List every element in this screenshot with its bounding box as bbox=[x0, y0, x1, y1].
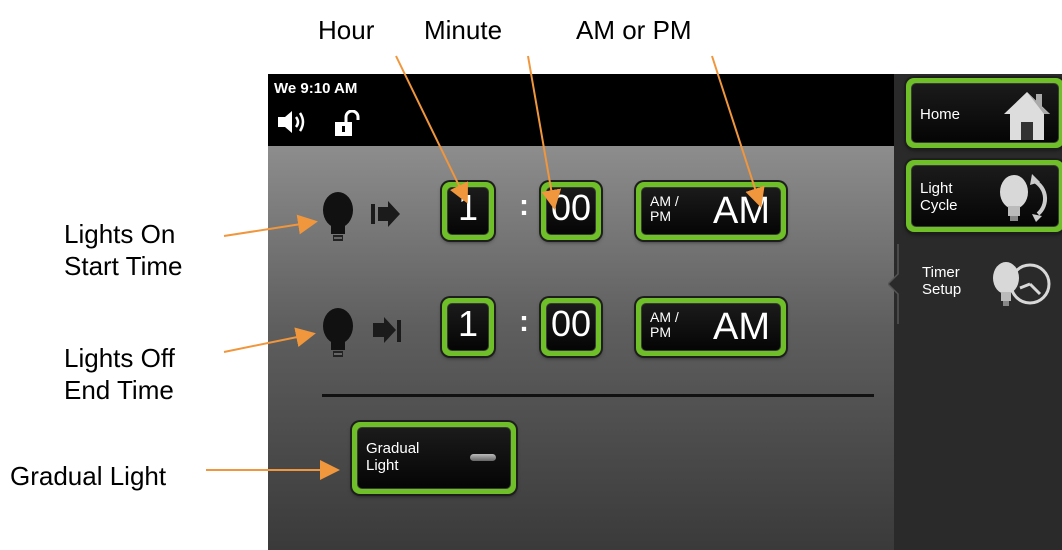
home-button[interactable]: Home bbox=[906, 78, 1062, 148]
ampm-caption-line1: AM / bbox=[650, 309, 679, 325]
gradual-light-label: Gradual Light bbox=[366, 440, 419, 474]
section-divider bbox=[322, 394, 874, 397]
house-icon bbox=[1002, 88, 1052, 146]
callout-lights-on-line1: Lights On bbox=[64, 219, 176, 249]
timer-setup-label-line2: Setup bbox=[922, 281, 962, 298]
time-separator: : bbox=[519, 305, 529, 338]
gradual-light-label-line2: Light bbox=[366, 457, 399, 474]
light-cycle-button[interactable]: Light Cycle bbox=[906, 160, 1062, 232]
light-cycle-label: Light Cycle bbox=[920, 180, 958, 214]
callout-lights-on-line2: Start Time bbox=[64, 251, 183, 281]
status-datetime: We 9:10 AM bbox=[274, 80, 358, 97]
callout-lights-off: Lights Off End Time bbox=[64, 342, 175, 406]
gradual-light-label-line1: Gradual bbox=[366, 440, 420, 457]
bulb-clock-icon bbox=[990, 258, 1056, 315]
light-cycle-label-line1: Light bbox=[920, 180, 953, 197]
callout-lights-on: Lights On Start Time bbox=[64, 218, 182, 282]
ampm-caption-line2: PM bbox=[650, 208, 671, 224]
lights-off-hour-value: 1 bbox=[447, 303, 489, 351]
speaker-icon[interactable] bbox=[276, 108, 310, 141]
lights-on-minute-value: 00 bbox=[546, 187, 596, 235]
lights-on-hour-value: 1 bbox=[447, 187, 489, 235]
gradual-light-toggle[interactable]: Gradual Light bbox=[352, 422, 516, 494]
time-separator: : bbox=[519, 189, 529, 222]
ampm-caption: AM / PM bbox=[650, 194, 679, 224]
tab-timer-setup[interactable]: Timer Setup bbox=[888, 244, 1062, 324]
lights-on-minute-field[interactable]: 00 bbox=[541, 182, 601, 240]
lights-off-minute-field[interactable]: 00 bbox=[541, 298, 601, 356]
callout-am-or-pm: AM or PM bbox=[576, 15, 692, 45]
ampm-caption-line2: PM bbox=[650, 324, 671, 340]
light-cycle-label-line2: Cycle bbox=[920, 197, 958, 214]
bulb-arrow-right-icon bbox=[318, 190, 418, 255]
unlocked-padlock-icon[interactable] bbox=[332, 109, 362, 143]
callout-minute: Minute bbox=[424, 15, 503, 45]
lights-off-ampm-field[interactable]: AM / PM AM bbox=[636, 298, 786, 356]
lights-on-hour-field[interactable]: 1 bbox=[442, 182, 494, 240]
callout-lights-off-line1: Lights Off bbox=[64, 343, 175, 373]
timer-setup-label-line1: Timer bbox=[922, 264, 960, 281]
timer-setup-label: Timer Setup bbox=[922, 264, 961, 298]
lights-on-ampm-value: AM bbox=[713, 190, 770, 232]
lights-on-ampm-field[interactable]: AM / PM AM bbox=[636, 182, 786, 240]
lights-off-hour-field[interactable]: 1 bbox=[442, 298, 494, 356]
ampm-caption-line1: AM / bbox=[650, 193, 679, 209]
lights-off-ampm-value: AM bbox=[713, 306, 770, 348]
ampm-caption: AM / PM bbox=[650, 310, 679, 340]
toggle-indicator bbox=[470, 454, 496, 461]
home-label: Home bbox=[920, 106, 961, 123]
callout-hour: Hour bbox=[318, 15, 375, 45]
callout-gradual-light: Gradual Light bbox=[10, 461, 167, 491]
callout-lights-off-line2: End Time bbox=[64, 375, 174, 405]
bulb-arrow-stop-icon bbox=[318, 306, 418, 371]
bulb-cycle-icon bbox=[994, 170, 1054, 230]
status-bar: We 9:10 AM bbox=[268, 74, 894, 146]
lights-off-minute-value: 00 bbox=[546, 303, 596, 351]
control-screen: We 9:10 AM 1 : 00 AM / PM AM 1: 00 AM /… bbox=[268, 74, 1062, 550]
